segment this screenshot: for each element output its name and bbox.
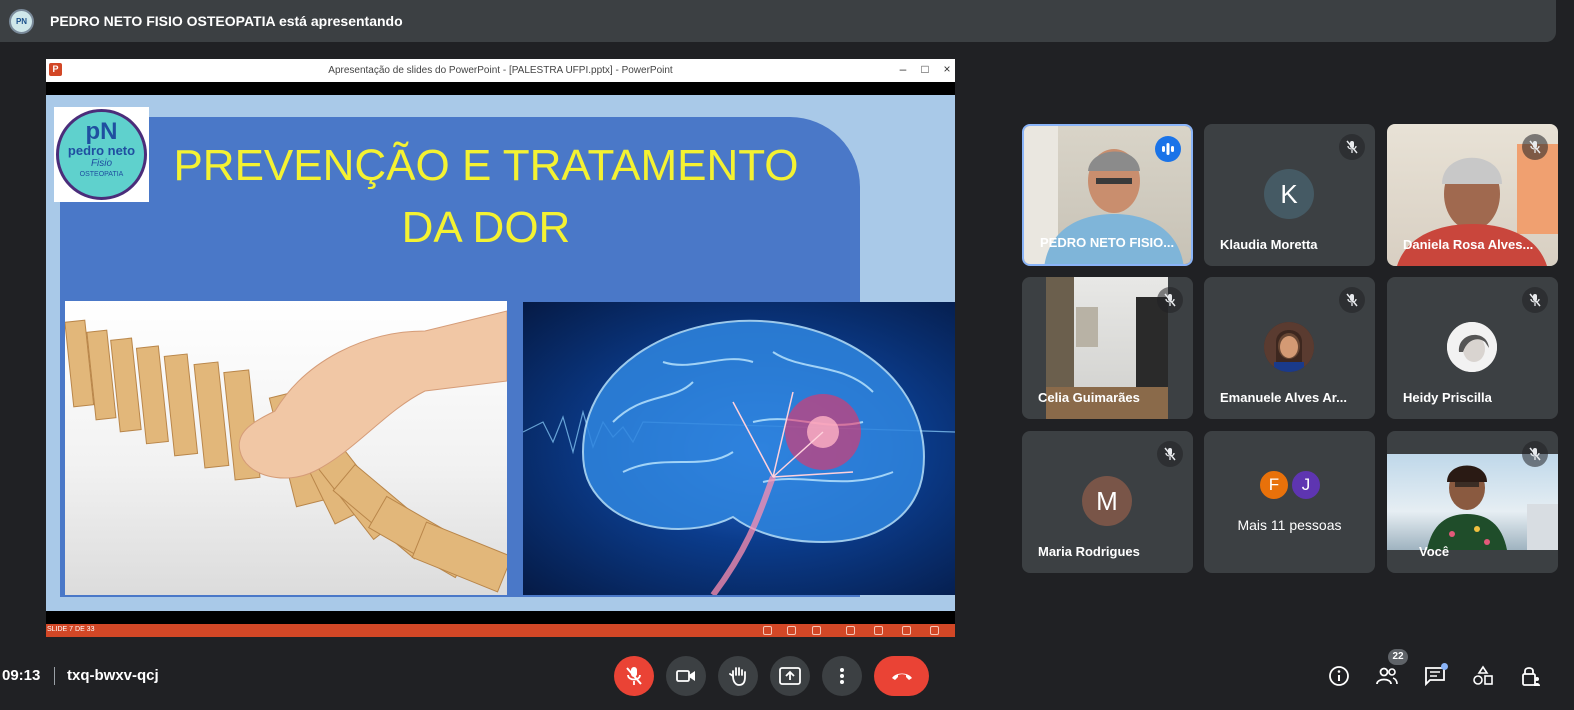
presenting-label: PEDRO NETO FISIO OSTEOPATIA está apresen…: [50, 13, 403, 29]
mic-toggle-button[interactable]: [614, 656, 654, 696]
slide-counter: SLIDE 7 DE 33: [47, 626, 95, 633]
logo-mark: pN: [85, 118, 118, 145]
presenting-bar: PN PEDRO NETO FISIO OSTEOPATIA está apre…: [0, 0, 1556, 42]
mic-off-icon: [1522, 134, 1548, 160]
participant-name: Celia Guimarães: [1038, 390, 1140, 405]
present-icon: [779, 667, 801, 685]
speaking-indicator-icon: [1155, 136, 1181, 162]
chat-button[interactable]: [1422, 663, 1448, 689]
prev-slide-icon[interactable]: [763, 626, 772, 635]
host-controls-button[interactable]: [1518, 663, 1544, 689]
more-options-button[interactable]: [822, 656, 862, 696]
close-icon: ×: [943, 62, 951, 76]
slide-title-line1: PREVENÇÃO E TRATAMENTO: [173, 141, 799, 190]
avatar: [1447, 322, 1497, 372]
normal-view-icon[interactable]: [846, 626, 855, 635]
info-icon: [1329, 666, 1349, 686]
participant-tile-emanuele[interactable]: Emanuele Alves Ar...: [1204, 277, 1375, 419]
people-count-badge: 22: [1388, 649, 1408, 665]
mic-off-icon: [626, 667, 642, 685]
powerpoint-titlebar: P Apresentação de slides do PowerPoint -…: [46, 59, 955, 82]
avatar: [1264, 322, 1314, 372]
meeting-details-button[interactable]: [1326, 663, 1352, 689]
people-button[interactable]: [1374, 663, 1400, 689]
call-end-icon: [891, 673, 912, 680]
participant-tile-self[interactable]: Você: [1387, 431, 1558, 573]
participant-tile-klaudia[interactable]: K Klaudia Moretta: [1204, 124, 1375, 266]
camera-icon: [676, 670, 695, 682]
lock-person-icon: [1522, 667, 1540, 686]
participant-name: Heidy Priscilla: [1403, 390, 1492, 405]
hand-icon: [729, 667, 746, 686]
avatar: F: [1258, 469, 1290, 501]
meeting-code: txq-bwxv-qcj: [67, 667, 159, 684]
sorter-view-icon[interactable]: [874, 626, 883, 635]
slide-title: PREVENÇÃO E TRATAMENTO DA DOR: [156, 135, 816, 259]
avatar: K: [1264, 169, 1314, 219]
participant-name: Maria Rodrigues: [1038, 544, 1140, 559]
slide-title-line2: DA DOR: [401, 203, 571, 252]
shared-screen: P Apresentação de slides do PowerPoint -…: [46, 59, 955, 637]
slide: pN pedro neto Fisio OSTEOPATIA PREVENÇÃO…: [46, 95, 955, 611]
participant-tile-maria[interactable]: M Maria Rodrigues: [1022, 431, 1193, 573]
participant-name: Klaudia Moretta: [1220, 237, 1318, 252]
slideshow-view-icon[interactable]: [930, 626, 939, 635]
divider: [54, 667, 55, 685]
next-slide-icon[interactable]: [812, 626, 821, 635]
leave-call-button[interactable]: [874, 656, 929, 696]
avatar: M: [1082, 476, 1132, 526]
presenter-avatar: PN: [9, 9, 34, 34]
mic-off-icon: [1339, 287, 1365, 313]
activities-icon: [1473, 665, 1493, 685]
participant-name: Emanuele Alves Ar...: [1220, 390, 1347, 405]
brain-image: [523, 302, 955, 595]
participant-video: [1387, 454, 1558, 550]
participant-tile-celia[interactable]: Celia Guimarães: [1022, 277, 1193, 419]
more-participants-tile[interactable]: F J Mais 11 pessoas: [1204, 431, 1375, 573]
minimize-icon: –: [899, 62, 907, 76]
activities-button[interactable]: [1470, 663, 1496, 689]
domino-hand-image: [65, 301, 507, 595]
unread-dot: [1441, 663, 1448, 670]
camera-toggle-button[interactable]: [666, 656, 706, 696]
mic-off-icon: [1157, 287, 1183, 313]
maximize-icon: □: [921, 62, 929, 76]
participant-name: Você: [1419, 544, 1450, 559]
more-participants-label: Mais 11 pessoas: [1237, 517, 1342, 533]
raise-hand-button[interactable]: [718, 656, 758, 696]
participant-tile-pedro[interactable]: PEDRO NETO FISIO...: [1022, 124, 1193, 266]
powerpoint-window-title: Apresentação de slides do PowerPoint - […: [328, 65, 673, 76]
participant-name: Daniela Rosa Alves...: [1403, 237, 1534, 252]
participant-tile-heidy[interactable]: Heidy Priscilla: [1387, 277, 1558, 419]
logo-subtitle: OSTEOPATIA: [79, 171, 124, 178]
participant-tile-daniela[interactable]: Daniela Rosa Alves...: [1387, 124, 1558, 266]
mic-off-icon: [1522, 441, 1548, 467]
participant-name: PEDRO NETO FISIO...: [1040, 235, 1175, 250]
mic-off-icon: [1522, 287, 1548, 313]
logo-fisio: Fisio: [90, 158, 113, 169]
slide-menu-icon[interactable]: [787, 626, 796, 635]
logo-name: pedro neto: [67, 143, 136, 158]
mic-off-icon: [1157, 441, 1183, 467]
meeting-time: 09:13: [2, 667, 41, 684]
powerpoint-statusbar: SLIDE 7 DE 33: [46, 624, 955, 637]
people-icon: [1376, 667, 1398, 685]
avatar: J: [1290, 469, 1322, 501]
present-button[interactable]: [770, 656, 810, 696]
pedro-neto-logo: pN pedro neto Fisio OSTEOPATIA: [54, 107, 149, 202]
mic-off-icon: [1339, 134, 1365, 160]
more-vert-icon: [840, 668, 844, 684]
reading-view-icon[interactable]: [902, 626, 911, 635]
